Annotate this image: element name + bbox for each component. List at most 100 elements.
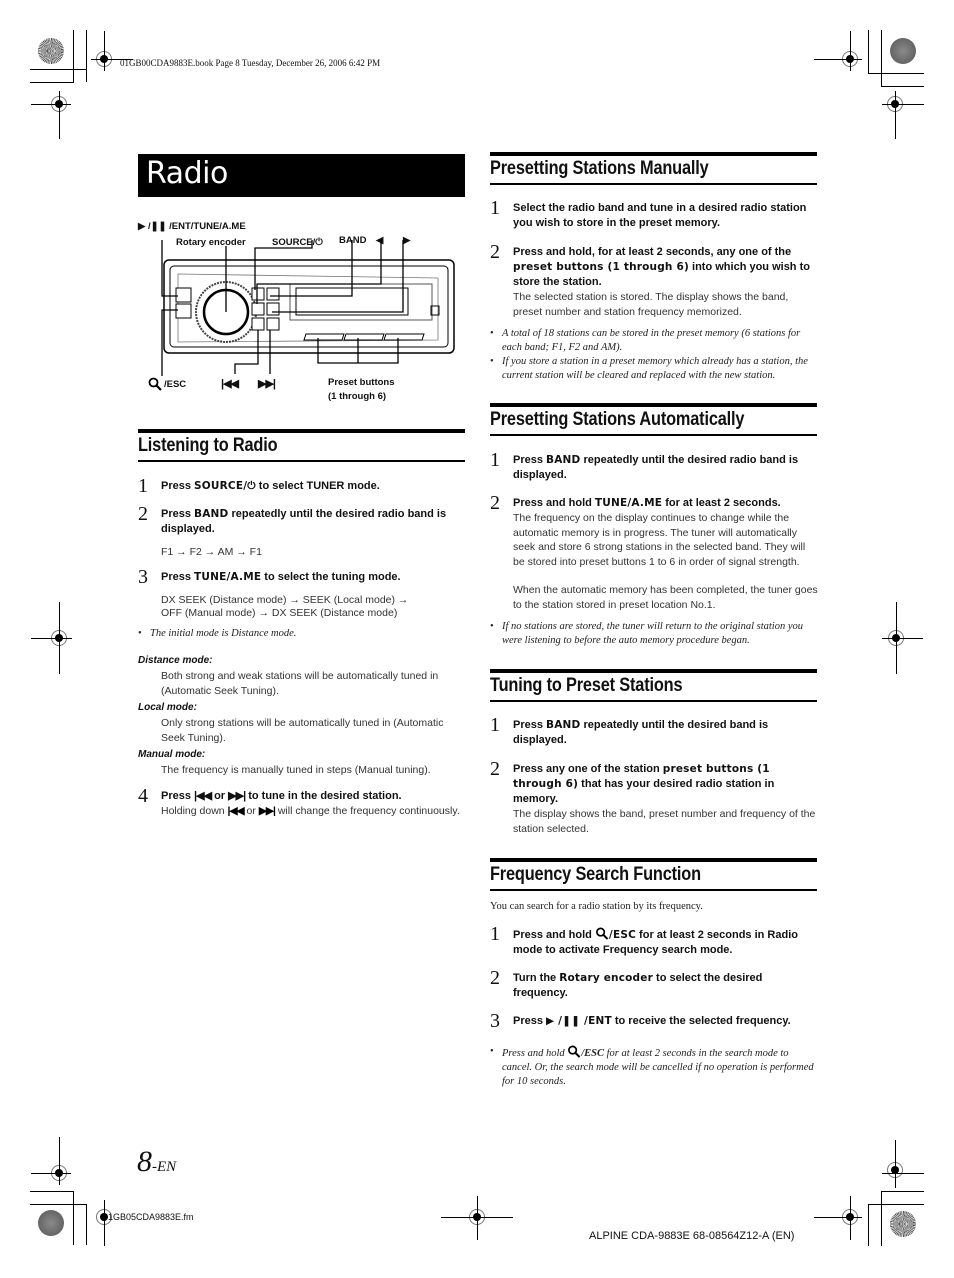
step-text: Press and hold /ESC for at least 2 secon…	[513, 927, 798, 956]
crop-mark	[477, 1196, 478, 1240]
crop-mark	[868, 1204, 869, 1246]
step-2-body: The frequency on the display continues t…	[513, 512, 806, 568]
prev-button	[251, 317, 265, 331]
crop-mark	[850, 31, 851, 71]
label-search-esc: /ESC	[164, 379, 187, 390]
step-number: 2	[138, 503, 148, 525]
step-text: Select the radio band and tune in a desi…	[513, 202, 807, 229]
section-heading: Presetting Stations Automatically	[490, 409, 745, 430]
bullet: •	[490, 1046, 494, 1057]
skip-back-icon: |◀◀	[227, 805, 245, 817]
section-heading: Presetting Stations Manually	[490, 158, 709, 179]
crop-mark	[30, 1191, 74, 1192]
band-button	[266, 287, 280, 301]
section-heading: Frequency Search Function	[490, 864, 701, 885]
crop-mark	[896, 602, 897, 674]
crop-mark	[59, 91, 60, 139]
step-2-body: The selected station is stored. The disp…	[513, 291, 789, 318]
step-number: 1	[490, 923, 500, 945]
step-text: Press TUNE/A.ME to select the tuning mod…	[161, 571, 401, 583]
crop-mark	[86, 1204, 87, 1245]
skip-back-icon: |◀◀	[221, 378, 239, 390]
head-unit-illustration	[161, 240, 455, 376]
crop-mark	[868, 1204, 924, 1205]
crop-mark	[850, 1196, 851, 1240]
crop-mark	[895, 1140, 896, 1188]
crop-mark	[814, 1217, 862, 1218]
crop-mark	[59, 1137, 60, 1185]
key-tune-ame: TUNE/A.ME	[194, 571, 262, 583]
key-source: SOURCE/⏻	[194, 480, 256, 492]
crop-mark	[881, 1191, 924, 1192]
bullet: •	[490, 328, 494, 339]
crop-mark	[882, 638, 923, 639]
crop-mark	[59, 602, 60, 674]
skip-forward-icon: ▶▶|	[258, 805, 276, 817]
mode-desc-manual: The frequency is manually tuned in steps…	[161, 764, 431, 776]
crop-mark	[31, 1173, 71, 1174]
crop-mark	[882, 104, 924, 105]
key-preset-buttons: preset buttons (1 through 6)	[513, 261, 689, 273]
page-number: 8-EN	[137, 1145, 176, 1179]
search-esc-button	[175, 303, 192, 319]
step-text: Press SOURCE/⏻ to select TUNER mode.	[161, 480, 380, 492]
key-tune-ame: TUNE/A.ME	[594, 497, 663, 509]
step-number: 3	[490, 1010, 500, 1032]
page-number-suffix: -EN	[152, 1159, 177, 1175]
step-text: Turn the Rotary encoder to select the de…	[513, 972, 763, 999]
preset-button	[303, 333, 345, 341]
step-text: Press BAND repeatedly until the desired …	[513, 454, 799, 481]
band-cycle: F1 → F2 → AM → F1	[161, 546, 262, 558]
skip-forward-icon: ▶▶|	[258, 378, 276, 390]
section-header: Tuning to Preset Stations	[490, 669, 817, 702]
label-play-pause-ent-tune: ▶ /❚❚ /ENT/TUNE/A.ME	[138, 221, 246, 232]
crop-mark	[881, 30, 882, 87]
crop-mark	[104, 1200, 105, 1246]
crop-mark	[73, 1191, 74, 1245]
step-number: 1	[490, 197, 500, 219]
note-no-stations: • If no stations are stored, the tuner wi…	[490, 621, 803, 646]
step-text: Press any one of the station preset butt…	[513, 763, 775, 805]
step-number: 4	[138, 785, 148, 807]
right-button	[266, 302, 280, 316]
preset-button	[383, 333, 425, 341]
next-button	[266, 317, 280, 331]
key-band: BAND	[546, 454, 581, 466]
crop-mark	[868, 73, 924, 74]
bullet: •	[138, 628, 142, 639]
step-text: Press and hold TUNE/A.ME for at least 2 …	[513, 497, 781, 509]
step-number: 2	[490, 967, 500, 989]
section-heading: Listening to Radio	[138, 435, 278, 456]
step-text: Press BAND repeatedly until the desired …	[161, 508, 447, 535]
section-heading: Tuning to Preset Stations	[490, 675, 683, 696]
play-pause-button	[175, 287, 192, 303]
step-2-body: The display shows the band, preset numbe…	[513, 808, 816, 835]
crop-mark	[30, 82, 74, 83]
step-2-body-2: When the automatic memory has been compl…	[513, 584, 818, 611]
crop-mark	[73, 30, 74, 83]
section-header: Frequency Search Function	[490, 858, 817, 891]
crop-mark	[31, 638, 72, 639]
crop-mark	[104, 31, 105, 71]
crop-mark	[30, 1204, 87, 1205]
search-icon	[568, 1045, 581, 1058]
print-slug-top: 01GB00CDA9883E.book Page 8 Tuesday, Dece…	[120, 58, 381, 68]
crop-mark	[86, 30, 87, 82]
note-18-stations: • A total of 18 stations can be stored in…	[490, 328, 801, 353]
crop-mark	[868, 30, 869, 74]
skip-forward-icon: ▶▶|	[228, 790, 246, 802]
crop-mark	[814, 59, 862, 60]
mode-desc-distance: Both strong and weak stations will be au…	[161, 670, 439, 697]
mode-title-manual: Manual mode:	[138, 749, 206, 760]
page-title-bar: Radio	[138, 154, 465, 197]
step-text: Press |◀◀ or ▶▶| to tune in the desired …	[161, 790, 402, 802]
step-number: 3	[138, 566, 148, 588]
section-header: Listening to Radio	[138, 429, 465, 462]
step-number: 1	[138, 475, 148, 497]
bullet: •	[490, 621, 494, 632]
note-overwrite: • If you store a station in a preset memo…	[490, 356, 808, 381]
crop-mark	[31, 104, 71, 105]
label-preset-range: (1 through 6)	[328, 391, 387, 402]
search-icon	[148, 377, 162, 391]
key-esc: /ESC	[581, 1048, 605, 1059]
